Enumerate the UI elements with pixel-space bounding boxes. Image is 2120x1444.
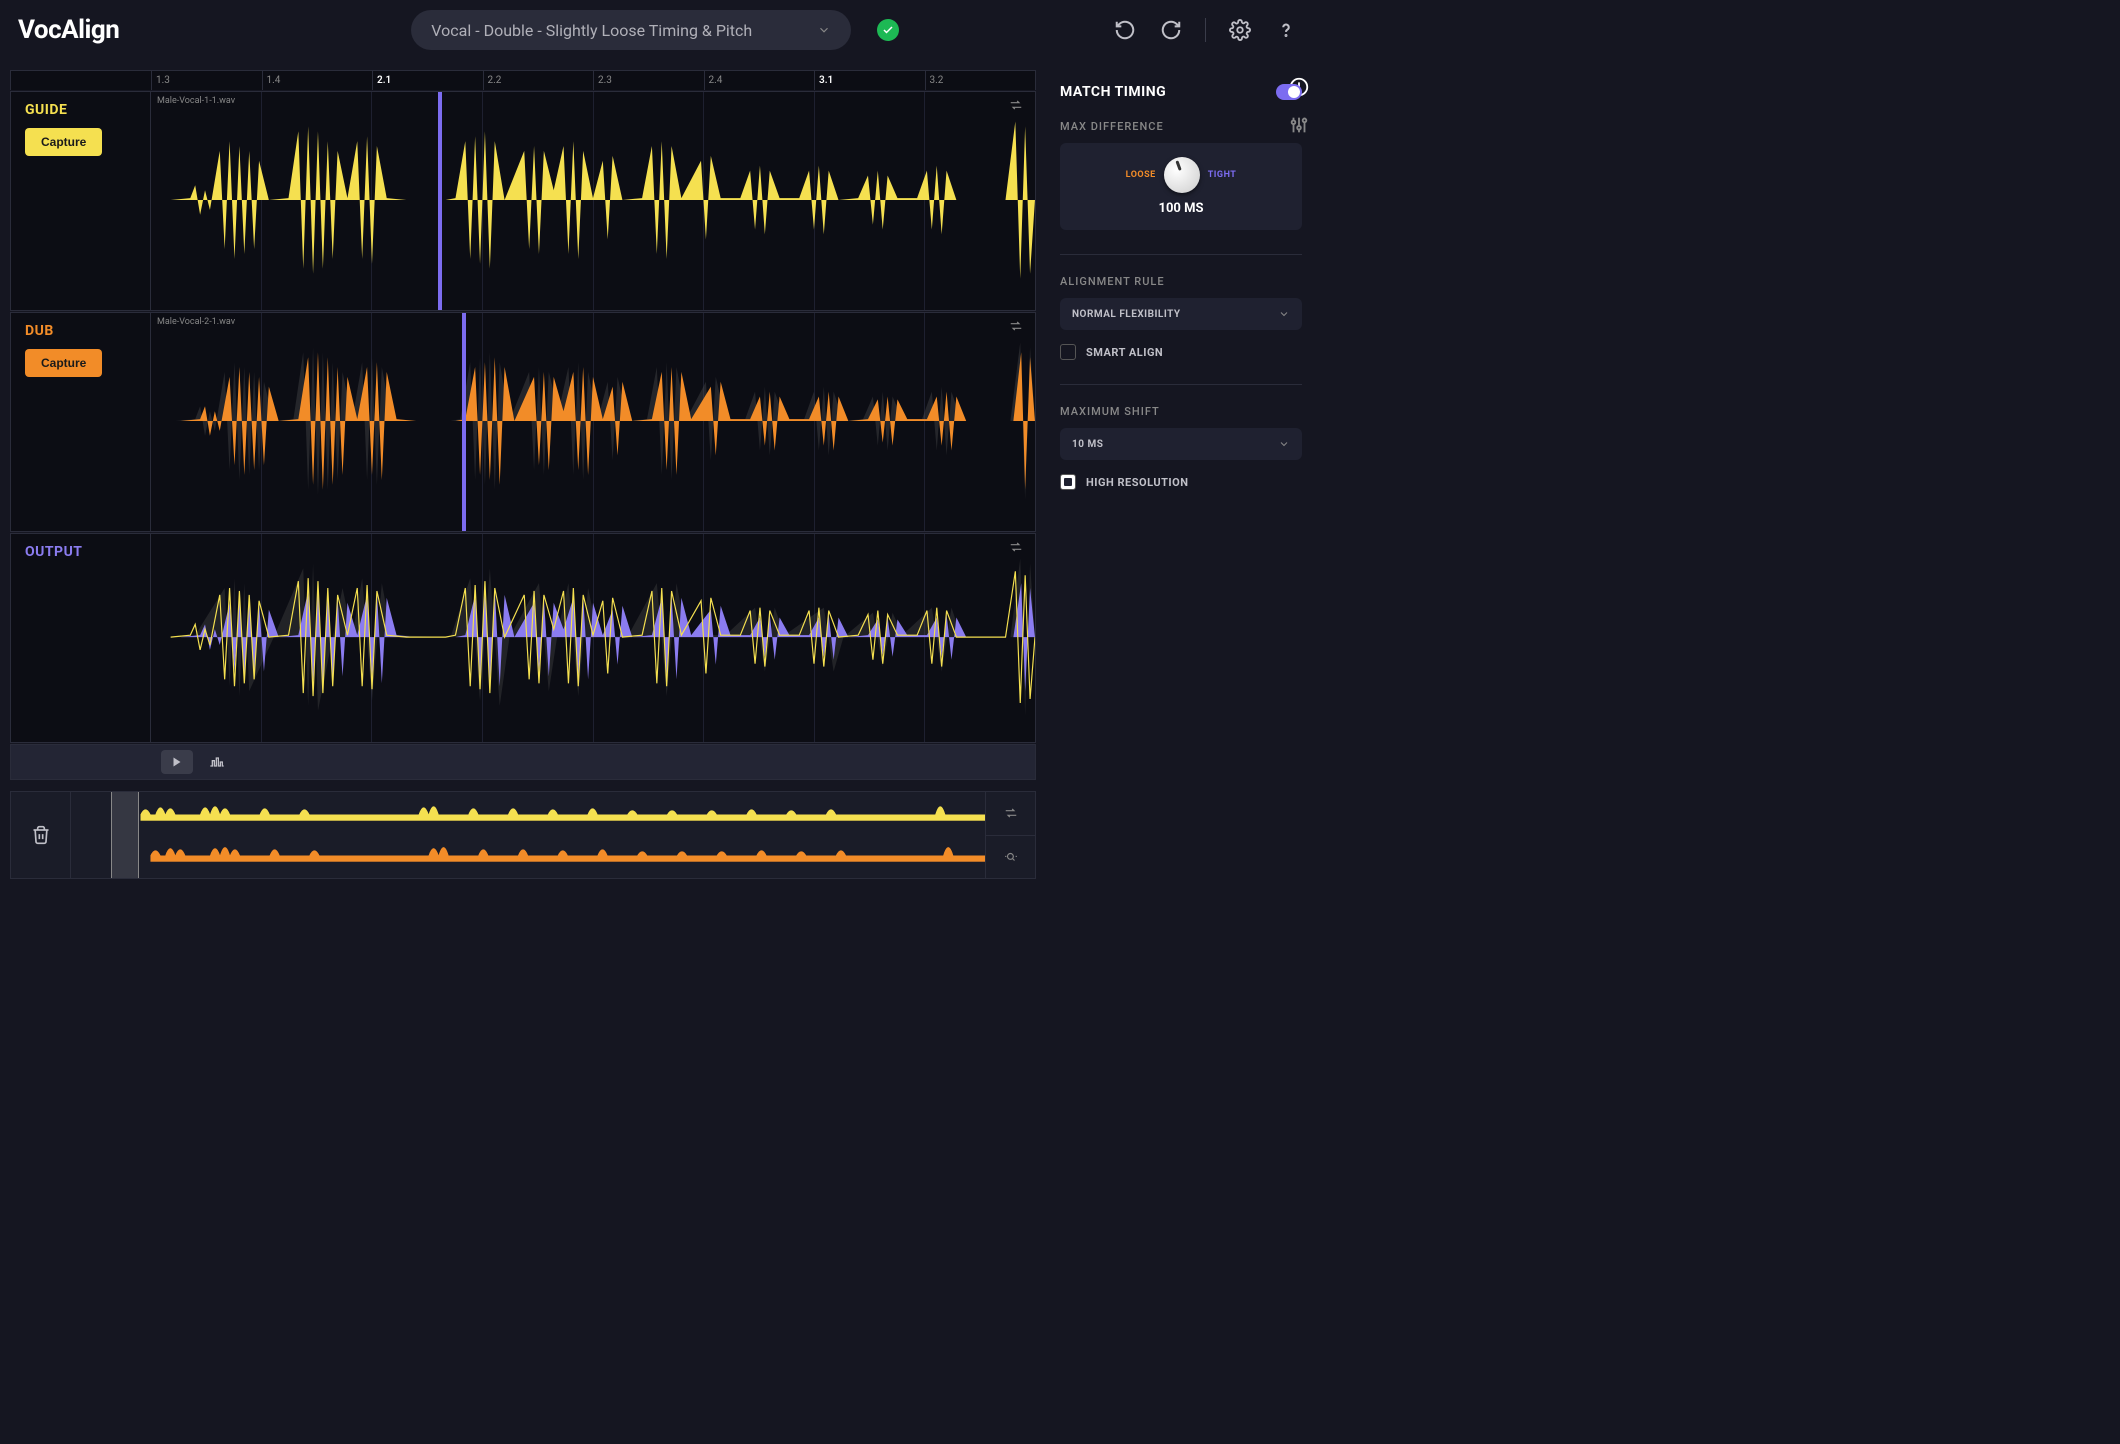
ruler-marker: 2.3 [593,71,704,90]
overview-scroll[interactable] [71,792,985,878]
dub-waveform [151,313,1035,529]
output-swap-icon[interactable] [1007,540,1025,554]
timeline-ruler[interactable]: 1.31.42.12.22.32.43.13.2 [10,70,1036,90]
status-ok-icon [877,19,899,41]
output-lane: OUTPUT [10,533,1036,743]
loose-label: LOOSE [1126,170,1156,180]
separator [1205,18,1206,42]
panel-title: MATCH TIMING [1060,84,1166,100]
output-label: OUTPUT [25,544,136,560]
ruler-marker: 1.4 [262,71,373,90]
dub-waveform-area[interactable]: Male-Vocal-2-1.wav [151,313,1035,531]
settings-button[interactable] [1228,18,1252,42]
ruler-marker: 2.4 [704,71,815,90]
max-diff-label: MAX DIFFERENCE [1060,120,1302,133]
ruler-marker: 1.3 [151,71,262,90]
ruler-marker: 3.2 [925,71,1036,90]
guide-waveform-area[interactable]: Male-Vocal-1-1.wav [151,92,1035,310]
chevron-down-icon [1278,438,1290,450]
guide-playhead[interactable] [438,92,442,310]
undo-button[interactable] [1113,18,1137,42]
app-header: VocAlign Vocal - Double - Slightly Loose… [0,0,1316,60]
max-diff-control: LOOSE TIGHT 100 MS [1060,143,1302,230]
ruler-marker: 2.1 [372,71,483,90]
redo-button[interactable] [1159,18,1183,42]
wave-view-button[interactable] [205,750,229,774]
match-timing-toggle[interactable] [1276,84,1302,100]
play-button[interactable] [161,750,193,774]
guide-swap-icon[interactable] [1007,98,1025,112]
help-button[interactable] [1274,18,1298,42]
dub-capture-button[interactable]: Capture [25,349,102,377]
high-resolution-checkbox[interactable]: HIGH RESOLUTION [1060,474,1302,490]
guide-lane: GUIDE Capture Male-Vocal-1-1.wav [10,91,1036,311]
guide-capture-button[interactable]: Capture [25,128,102,156]
max-diff-knob[interactable] [1164,157,1200,193]
transport-bar [10,744,1036,780]
tight-label: TIGHT [1208,170,1237,180]
max-shift-label: MAXIMUM SHIFT [1060,405,1302,418]
dub-playhead[interactable] [462,313,466,531]
dub-lane: DUB Capture Male-Vocal-2-1.wav [10,312,1036,532]
alignment-rule-value: NORMAL FLEXIBILITY [1072,309,1181,320]
chevron-down-icon [1278,308,1290,320]
smart-align-checkbox[interactable]: SMART ALIGN [1060,344,1302,360]
zoom-button[interactable] [986,836,1035,879]
ruler-marker: 2.2 [483,71,594,90]
settings-panel: MATCH TIMING MAX DIFFERENCE LOOSE TIGHT … [1046,60,1316,896]
sliders-tab-icon[interactable] [1288,114,1310,136]
app-logo: VocAlign [18,15,119,45]
dub-swap-icon[interactable] [1007,319,1025,333]
preset-dropdown[interactable]: Vocal - Double - Slightly Loose Timing &… [411,10,851,50]
dub-label: DUB [25,323,136,339]
delete-button[interactable] [29,823,53,847]
preset-value: Vocal - Double - Slightly Loose Timing &… [431,21,752,40]
max-shift-dropdown[interactable]: 10 MS [1060,428,1302,460]
output-waveform [151,534,1035,740]
output-waveform-area[interactable] [151,534,1035,742]
chevron-down-icon [817,23,831,37]
guide-label: GUIDE [25,102,136,118]
overview-viewport[interactable] [111,792,139,878]
max-diff-value: 100 MS [1074,201,1288,216]
alignment-rule-label: ALIGNMENT RULE [1060,275,1302,288]
guide-waveform [151,92,1035,308]
max-shift-value: 10 MS [1072,439,1103,450]
overview-bar [10,791,1036,879]
ruler-marker: 3.1 [814,71,925,90]
overview-swap-icon[interactable] [986,792,1035,836]
high-resolution-label: HIGH RESOLUTION [1086,476,1188,489]
alignment-rule-dropdown[interactable]: NORMAL FLEXIBILITY [1060,298,1302,330]
smart-align-label: SMART ALIGN [1086,346,1163,359]
